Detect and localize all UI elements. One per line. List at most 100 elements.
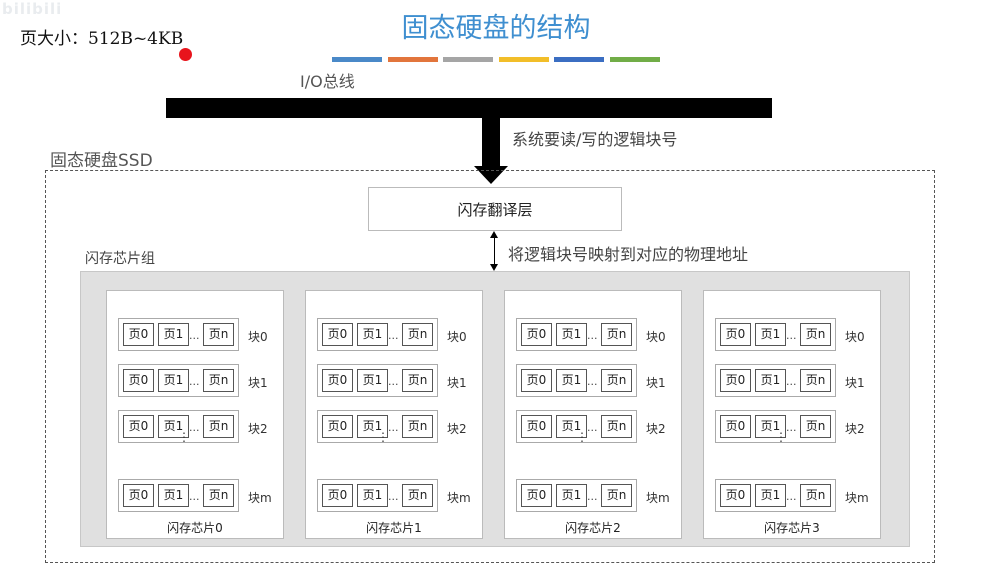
flash-page: 页n bbox=[402, 369, 433, 392]
page-ellipsis: ... bbox=[388, 421, 399, 434]
block-label: 块1 bbox=[646, 376, 666, 390]
block-label: 块0 bbox=[447, 330, 467, 344]
flash-chip: 页0 页1... 页n 块0 页0 页1... 页n 块1 页0 页1... 页n 块2 页0 页1...… bbox=[305, 290, 483, 539]
block-label: 块2 bbox=[845, 422, 865, 436]
block-label: 块2 bbox=[646, 422, 666, 436]
flash-page: 页n bbox=[800, 484, 831, 507]
flash-page: 页n bbox=[601, 415, 632, 438]
flash-page: 页0 bbox=[123, 369, 154, 392]
flash-page: 页n bbox=[601, 323, 632, 346]
page-ellipsis: ... bbox=[388, 329, 399, 342]
flash-block: 页0 页1... 页n bbox=[516, 479, 637, 512]
request-arrow bbox=[482, 118, 500, 168]
flash-page: 页n bbox=[601, 484, 632, 507]
block-ellipsis: ⋮ bbox=[775, 430, 787, 444]
page-ellipsis: ... bbox=[587, 329, 598, 342]
flash-block: 页0 页1... 页n bbox=[516, 364, 637, 397]
flash-block: 页0 页1... 页n bbox=[118, 364, 239, 397]
flash-page: 页1 bbox=[556, 369, 587, 392]
block-ellipsis: ⋮ bbox=[377, 430, 389, 444]
flash-page: 页0 bbox=[521, 323, 552, 346]
flash-page: 页0 bbox=[322, 415, 353, 438]
flash-chip-group: 页0 页1... 页n 块0 页0 页1... 页n 块1 页0 页1... 页n 块2 页0 页1...… bbox=[80, 271, 910, 547]
block-ellipsis: ⋮ bbox=[576, 430, 588, 444]
page-ellipsis: ... bbox=[587, 490, 598, 503]
ssd-label: 固态硬盘SSD bbox=[50, 151, 153, 171]
page-ellipsis: ... bbox=[388, 490, 399, 503]
flash-page: 页n bbox=[402, 323, 433, 346]
block-ellipsis: ⋮ bbox=[178, 430, 190, 444]
io-bus bbox=[166, 98, 772, 118]
request-label: 系统要读/写的逻辑块号 bbox=[512, 130, 678, 149]
flash-page: 页n bbox=[203, 415, 234, 438]
flash-page: 页0 bbox=[322, 484, 353, 507]
block-label: 块m bbox=[248, 491, 272, 505]
chip-label: 闪存芯片3 bbox=[764, 521, 820, 535]
block-label: 块0 bbox=[248, 330, 268, 344]
chip-label: 闪存芯片1 bbox=[366, 521, 422, 535]
flash-block: 页0 页1... 页n bbox=[715, 318, 836, 351]
color-bar-segment bbox=[499, 57, 549, 62]
block-label: 块m bbox=[845, 491, 869, 505]
flash-page: 页0 bbox=[521, 369, 552, 392]
page-ellipsis: ... bbox=[587, 375, 598, 388]
chip-label: 闪存芯片0 bbox=[167, 521, 223, 535]
flash-page: 页n bbox=[402, 415, 433, 438]
page-ellipsis: ... bbox=[587, 421, 598, 434]
flash-page: 页n bbox=[203, 484, 234, 507]
block-label: 块m bbox=[646, 491, 670, 505]
flash-page: 页1 bbox=[755, 369, 786, 392]
page-ellipsis: ... bbox=[189, 375, 200, 388]
block-label: 块1 bbox=[845, 376, 865, 390]
color-bar-segment bbox=[610, 57, 660, 62]
mapping-label: 将逻辑块号映射到对应的物理地址 bbox=[508, 245, 749, 264]
flash-page: 页n bbox=[402, 484, 433, 507]
flash-page: 页1 bbox=[556, 323, 587, 346]
page-ellipsis: ... bbox=[189, 490, 200, 503]
mapping-arrow-down-head bbox=[490, 264, 498, 271]
color-bar-segment bbox=[554, 57, 604, 62]
flash-block: 页0 页1... 页n bbox=[118, 318, 239, 351]
flash-page: 页1 bbox=[357, 323, 388, 346]
page-ellipsis: ... bbox=[786, 375, 797, 388]
page-ellipsis: ... bbox=[388, 375, 399, 388]
flash-page: 页0 bbox=[720, 323, 751, 346]
block-label: 块0 bbox=[845, 330, 865, 344]
flash-page: 页1 bbox=[158, 484, 189, 507]
flash-page: 页1 bbox=[556, 484, 587, 507]
flash-page: 页0 bbox=[322, 323, 353, 346]
flash-page: 页0 bbox=[123, 415, 154, 438]
flash-block: 页0 页1... 页n bbox=[317, 318, 438, 351]
flash-block: 页0 页1... 页n bbox=[516, 318, 637, 351]
flash-block: 页0 页1... 页n bbox=[715, 479, 836, 512]
flash-block: 页0 页1... 页n bbox=[317, 364, 438, 397]
flash-page: 页0 bbox=[123, 484, 154, 507]
block-label: 块2 bbox=[447, 422, 467, 436]
block-label: 块1 bbox=[447, 376, 467, 390]
flash-chip: 页0 页1... 页n 块0 页0 页1... 页n 块1 页0 页1... 页n 块2 页0 页1...… bbox=[106, 290, 284, 539]
page-ellipsis: ... bbox=[189, 329, 200, 342]
flash-page: 页0 bbox=[720, 369, 751, 392]
flash-page: 页0 bbox=[521, 484, 552, 507]
flash-page: 页1 bbox=[158, 369, 189, 392]
mapping-arrow-up-head bbox=[490, 231, 498, 238]
flash-page: 页n bbox=[800, 369, 831, 392]
flash-page: 页1 bbox=[357, 369, 388, 392]
pointer-dot bbox=[179, 48, 192, 61]
flash-page: 页1 bbox=[755, 323, 786, 346]
flash-page: 页n bbox=[800, 323, 831, 346]
block-label: 块m bbox=[447, 491, 471, 505]
page-ellipsis: ... bbox=[189, 421, 200, 434]
flash-page: 页0 bbox=[720, 415, 751, 438]
chip-group-label: 闪存芯片组 bbox=[85, 251, 155, 267]
block-label: 块0 bbox=[646, 330, 666, 344]
flash-page: 页0 bbox=[123, 323, 154, 346]
flash-page: 页n bbox=[601, 369, 632, 392]
flash-block: 页0 页1... 页n bbox=[118, 479, 239, 512]
flash-page: 页0 bbox=[322, 369, 353, 392]
flash-block: 页0 页1... 页n bbox=[317, 479, 438, 512]
color-bar-segment bbox=[332, 57, 382, 62]
chip-label: 闪存芯片2 bbox=[565, 521, 621, 535]
flash-translation-layer: 闪存翻译层 bbox=[368, 187, 622, 231]
flash-page: 页0 bbox=[521, 415, 552, 438]
